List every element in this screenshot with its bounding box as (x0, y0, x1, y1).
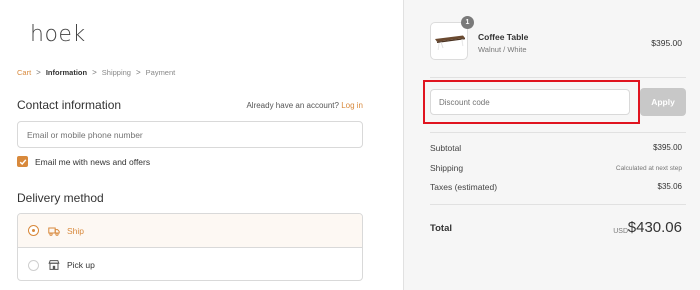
breadcrumb-payment: Payment (145, 68, 176, 77)
quantity-badge: 1 (461, 16, 474, 29)
login-prompt-text: Already have an account? (246, 101, 339, 110)
checkmark-icon (19, 158, 26, 165)
store-logo[interactable]: hoek (30, 22, 86, 47)
pickup-radio[interactable] (28, 259, 39, 271)
ship-radio[interactable] (28, 225, 39, 236)
chevron-right-icon: > (36, 68, 41, 77)
delivery-method-options: Ship Pick up (17, 213, 363, 281)
breadcrumb-shipping: Shipping (101, 68, 131, 77)
newsletter-option[interactable]: Email me with news and offers (17, 156, 150, 167)
subtotal-value: $395.00 (653, 143, 682, 152)
truck-icon (48, 227, 60, 236)
breadcrumb-information: Information (45, 68, 88, 77)
shipping-label: Shipping (430, 163, 464, 173)
taxes-value: $35.06 (657, 182, 682, 191)
taxes-label: Taxes (estimated) (430, 182, 498, 192)
product-price: $395.00 (651, 38, 682, 48)
delivery-method-heading: Delivery method (17, 191, 104, 205)
login-prompt: Already have an account? Log in (246, 101, 363, 110)
newsletter-label: Email me with news and offers (35, 156, 151, 167)
newsletter-checkbox[interactable] (17, 156, 28, 167)
chevron-right-icon: > (135, 68, 141, 77)
apply-discount-button[interactable]: Apply (640, 88, 686, 116)
delivery-option-ship[interactable]: Ship (18, 214, 362, 248)
discount-code-input[interactable] (430, 89, 630, 115)
breadcrumb-cart[interactable]: Cart (17, 68, 31, 77)
divider (430, 77, 686, 78)
shipping-value: Calculated at next step (615, 165, 682, 172)
divider (430, 204, 686, 205)
pickup-label: Pick up (67, 260, 95, 270)
email-field[interactable] (17, 121, 363, 148)
ship-label: Ship (67, 225, 85, 236)
checkout-main: hoek Cart > Information > Shipping > Pay… (0, 0, 403, 290)
total-currency: USD (613, 228, 628, 235)
breadcrumb: Cart > Information > Shipping > Payment (17, 68, 175, 77)
product-thumbnail (430, 22, 468, 60)
total-label: Total (430, 223, 452, 234)
store-icon (48, 260, 60, 270)
delivery-option-pickup[interactable]: Pick up (18, 248, 362, 280)
contact-information-heading: Contact information (17, 98, 122, 112)
subtotal-label: Subtotal (430, 143, 462, 153)
total-amount: $430.06 (627, 219, 682, 236)
divider (430, 132, 686, 133)
product-variant: Walnut / White (478, 45, 527, 54)
chevron-right-icon: > (92, 68, 97, 77)
product-name: Coffee Table (478, 32, 529, 42)
login-link[interactable]: Log in (341, 101, 363, 110)
coffee-table-image (435, 35, 465, 51)
order-summary: 1 Coffee Table Walnut / White $395.00 Ap… (403, 0, 700, 290)
